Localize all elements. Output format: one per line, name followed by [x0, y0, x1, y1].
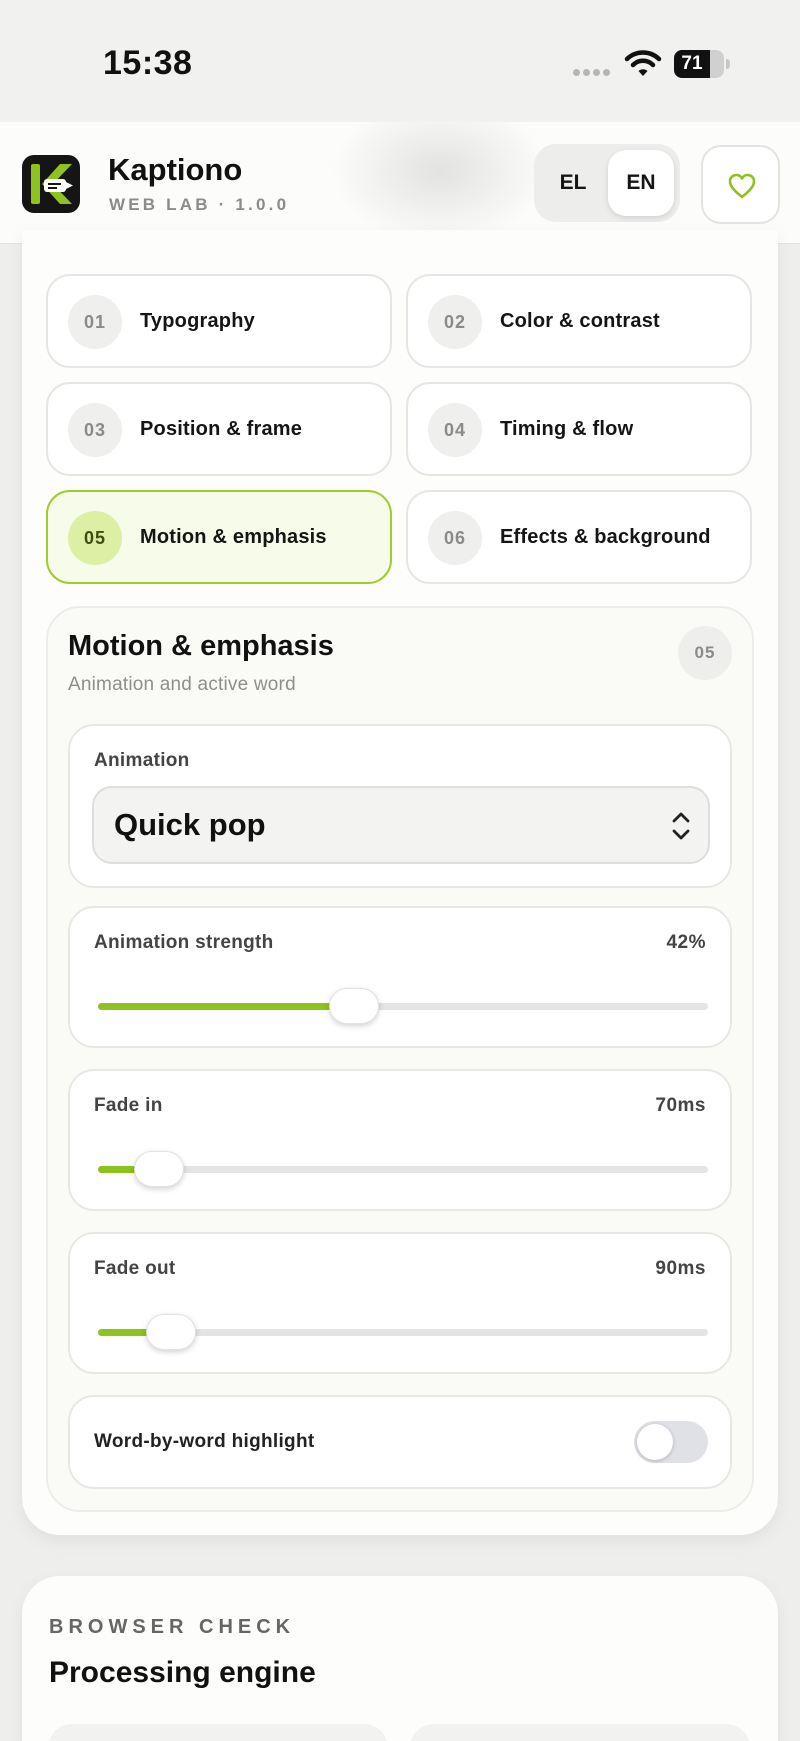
slider-label: Fade in — [94, 1095, 163, 1116]
tab-number: 04 — [428, 403, 482, 457]
toggle-label: Word-by-word highlight — [94, 1431, 315, 1452]
wifi-icon — [624, 50, 662, 76]
tab-number: 02 — [428, 295, 482, 349]
slider-value: 90ms — [655, 1258, 706, 1279]
browser-check-card: BROWSER CHECK Processing engine — [22, 1576, 778, 1741]
slider-thumb[interactable] — [134, 1151, 184, 1187]
tab-number: 06 — [428, 511, 482, 565]
tab-number: 01 — [68, 295, 122, 349]
browser-check-title: Processing engine — [49, 1656, 316, 1689]
app-version: WEB LAB · 1.0.0 — [109, 195, 290, 214]
tab-position-frame[interactable]: 03 Position & frame — [46, 382, 392, 476]
tab-label: Typography — [140, 310, 255, 332]
status-time: 15:38 — [103, 44, 193, 82]
language-en-button[interactable]: EN — [608, 150, 674, 216]
animation-select-value: Quick pop — [114, 807, 266, 842]
tab-number: 03 — [68, 403, 122, 457]
chevron-up-down-icon — [672, 812, 690, 840]
animation-strength-slider[interactable] — [98, 986, 708, 1026]
browser-check-eyebrow: BROWSER CHECK — [49, 1616, 296, 1638]
slider-value: 42% — [666, 932, 706, 953]
tab-label: Timing & flow — [500, 418, 634, 440]
battery-icon: 71 — [674, 50, 730, 78]
word-highlight-toggle[interactable] — [634, 1421, 708, 1463]
language-el-button[interactable]: EL — [540, 150, 606, 216]
fade-in-slider[interactable] — [98, 1149, 708, 1189]
animation-strength-control: Animation strength 42% — [68, 906, 732, 1048]
tab-color-contrast[interactable]: 02 Color & contrast — [406, 274, 752, 368]
tab-label: Color & contrast — [500, 310, 660, 332]
favorite-button[interactable] — [701, 145, 780, 224]
tab-timing-flow[interactable]: 04 Timing & flow — [406, 382, 752, 476]
status-bar: 15:38 71 — [0, 0, 800, 122]
language-switch: EL EN — [534, 144, 680, 222]
animation-control: Animation Quick pop — [68, 724, 732, 888]
app-name: Kaptiono — [108, 152, 243, 187]
slider-thumb[interactable] — [146, 1314, 197, 1350]
panel-title: Motion & emphasis — [68, 630, 334, 662]
app-logo-icon[interactable] — [22, 155, 80, 213]
slider-thumb[interactable] — [329, 988, 380, 1024]
slider-fill — [98, 1003, 355, 1010]
tab-motion-emphasis[interactable]: 05 Motion & emphasis — [46, 490, 392, 584]
battery-level: 71 — [681, 53, 703, 74]
tab-typography[interactable]: 01 Typography — [46, 274, 392, 368]
word-highlight-control: Word-by-word highlight — [68, 1395, 732, 1489]
slider-label: Animation strength — [94, 932, 274, 953]
engine-tile — [410, 1724, 750, 1741]
settings-card: 01 Typography 02 Color & contrast 03 Pos… — [22, 230, 778, 1535]
engine-tile — [48, 1724, 388, 1741]
tab-label: Effects & background — [500, 526, 711, 548]
tab-number: 05 — [68, 511, 122, 565]
fade-out-control: Fade out 90ms — [68, 1232, 732, 1374]
fade-in-control: Fade in 70ms — [68, 1069, 732, 1211]
fade-out-slider[interactable] — [98, 1312, 708, 1352]
animation-label: Animation — [94, 750, 190, 771]
toggle-knob — [637, 1424, 673, 1460]
heart-icon — [728, 173, 756, 199]
animation-select[interactable]: Quick pop — [92, 786, 710, 864]
tab-label: Position & frame — [140, 418, 303, 440]
signal-dots-icon — [573, 69, 613, 77]
tab-label: Motion & emphasis — [140, 526, 327, 548]
motion-settings-panel: Motion & emphasis Animation and active w… — [46, 606, 754, 1512]
slider-value: 70ms — [655, 1095, 706, 1116]
tab-effects-background[interactable]: 06 Effects & background — [406, 490, 752, 584]
panel-subtitle: Animation and active word — [68, 674, 296, 695]
slider-label: Fade out — [94, 1258, 176, 1279]
panel-number-badge: 05 — [678, 626, 732, 680]
app-header: Kaptiono WEB LAB · 1.0.0 EL EN — [0, 122, 800, 244]
